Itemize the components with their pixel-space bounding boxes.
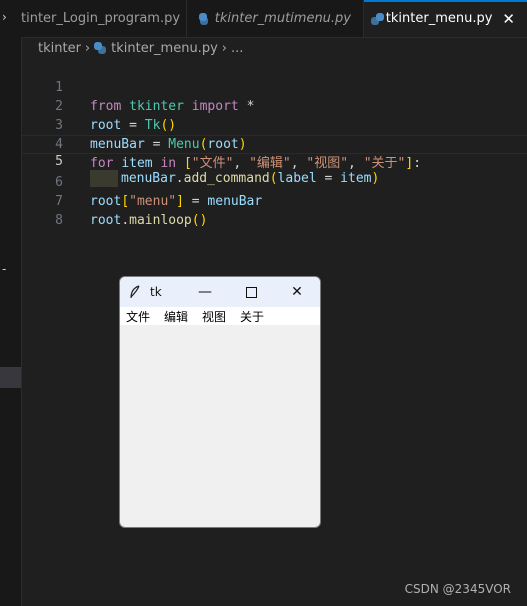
- code-line: 6 root["menu"] = menuBar: [21, 154, 527, 209]
- breadcrumb: tkinter › tkinter_menu.py › ...: [21, 37, 527, 59]
- code-line: 7 root.mainloop(): [21, 173, 527, 228]
- tk-window-title: tk: [150, 285, 162, 299]
- tab-label: tinter_Login_program.py: [21, 11, 181, 26]
- watermark: CSDN @2345VOR: [404, 582, 511, 596]
- chevron-right-icon[interactable]: ›: [2, 10, 7, 24]
- close-icon[interactable]: ✕: [502, 10, 515, 28]
- menu-item-view[interactable]: 视图: [202, 308, 226, 325]
- python-file-icon: [371, 12, 384, 25]
- python-file-icon: [199, 12, 208, 25]
- editor-tabs: tinter_Login_program.py tkinter_mutimenu…: [21, 0, 527, 38]
- tk-window[interactable]: tk — ✕ 文件 编辑 视图 关于: [119, 276, 321, 528]
- chevron-right-icon: ›: [221, 40, 227, 56]
- menu-item-edit[interactable]: 编辑: [164, 308, 188, 325]
- chevron-right-icon: ›: [84, 40, 91, 56]
- vscode-window: › - tinter_Login_program.py tkinter_muti…: [0, 0, 527, 606]
- menu-item-file[interactable]: 文件: [126, 308, 150, 325]
- close-button[interactable]: ✕: [274, 277, 320, 307]
- python-file-icon: [94, 42, 107, 54]
- maximize-button[interactable]: [228, 277, 274, 307]
- minimize-button[interactable]: —: [182, 277, 228, 307]
- code-editor[interactable]: 1 from tkinter import * 2 root = Tk() 3 …: [21, 59, 527, 228]
- maximize-icon: [245, 286, 257, 298]
- tk-title-bar[interactable]: tk — ✕: [120, 277, 320, 307]
- tab-tkinter-mutimenu[interactable]: tkinter_mutimenu.py: [187, 0, 364, 37]
- tab-tkinter-menu[interactable]: tkinter_menu.py ✕: [364, 0, 527, 37]
- code-line: 1 from tkinter import *: [21, 59, 527, 114]
- code-line: 8: [21, 192, 527, 228]
- selected-item-highlight[interactable]: [0, 367, 21, 388]
- line-number: 8: [55, 213, 63, 228]
- tab-label: tkinter_menu.py: [385, 11, 493, 26]
- feather-icon: [129, 285, 141, 299]
- code-line-active: 5 menuBar.add_command(label = item): [21, 135, 527, 187]
- activity-strip: › -: [0, 0, 22, 606]
- dash-icon: -: [2, 262, 7, 276]
- breadcrumb-more[interactable]: ...: [231, 41, 243, 56]
- code-line: 3 menuBar = Menu(root): [21, 97, 527, 152]
- menu-item-about[interactable]: 关于: [240, 308, 264, 325]
- tab-tinter-login-program[interactable]: tinter_Login_program.py: [21, 0, 187, 37]
- code-line: 2 root = Tk(): [21, 78, 527, 133]
- tk-menubar: 文件 编辑 视图 关于: [120, 307, 320, 325]
- breadcrumb-folder[interactable]: tkinter: [38, 41, 81, 56]
- tab-label: tkinter_mutimenu.py: [214, 11, 351, 26]
- breadcrumb-file[interactable]: tkinter_menu.py: [111, 41, 218, 56]
- code-line: 4 for item in ["文件", "编辑", "视图", "关于"]:: [21, 116, 527, 171]
